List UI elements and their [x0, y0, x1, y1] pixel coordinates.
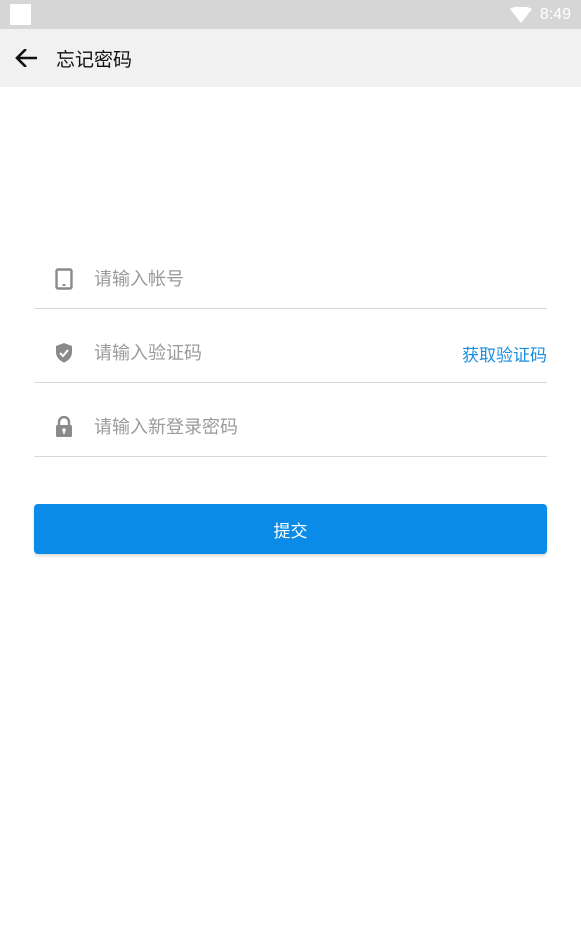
account-row	[34, 250, 547, 309]
code-input[interactable]	[94, 338, 462, 368]
get-code-button[interactable]: 获取验证码	[462, 341, 547, 366]
lock-icon	[34, 416, 94, 438]
account-input[interactable]	[94, 264, 547, 294]
code-row: 获取验证码	[34, 324, 547, 383]
wifi-icon	[509, 6, 532, 23]
phone-icon	[34, 268, 94, 290]
status-bar: 8:49	[0, 0, 581, 29]
arrow-left-icon	[15, 49, 37, 67]
forgot-password-form: 获取验证码	[34, 250, 547, 457]
status-right: 8:49	[509, 0, 571, 29]
new-password-input[interactable]	[94, 412, 547, 442]
back-button[interactable]	[0, 29, 54, 87]
notification-icon	[10, 4, 31, 25]
submit-button[interactable]: 提交	[34, 504, 547, 554]
shield-check-icon	[34, 343, 94, 363]
clock: 8:49	[539, 5, 571, 23]
password-row	[34, 398, 547, 457]
app-bar: 忘记密码	[0, 29, 581, 87]
page-title: 忘记密码	[56, 48, 133, 71]
